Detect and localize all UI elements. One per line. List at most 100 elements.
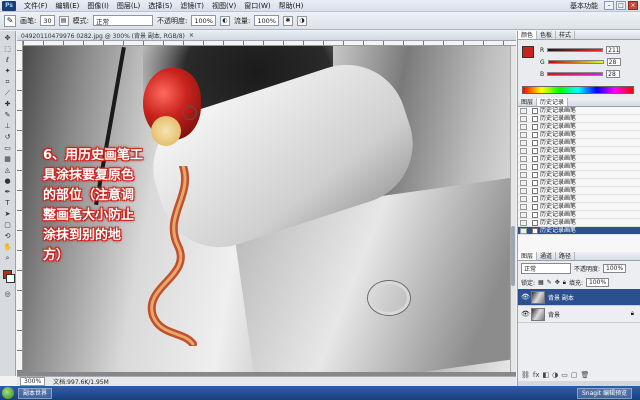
history-source-box[interactable] xyxy=(520,204,527,210)
history-item[interactable]: 历史记录画笔 xyxy=(518,139,640,147)
background-color-swatch[interactable] xyxy=(6,274,15,283)
history-item[interactable]: 历史记录画笔 xyxy=(518,211,640,219)
red-slider[interactable] xyxy=(547,48,604,52)
lock-all-icon[interactable]: 🔒︎ xyxy=(563,279,566,287)
history-item[interactable]: 历史记录画笔 xyxy=(518,219,640,227)
close-icon[interactable]: × xyxy=(628,1,638,10)
history-item[interactable]: 历史记录画笔 xyxy=(518,187,640,195)
mode-select[interactable]: 正常 xyxy=(93,15,153,26)
brush-size-picker[interactable]: 30 xyxy=(40,15,55,26)
visibility-eye-icon[interactable]: 👁︎ xyxy=(521,310,530,318)
layer-mask-icon[interactable]: ◧ xyxy=(543,371,550,379)
history-source-box[interactable] xyxy=(520,228,527,234)
tab-channels[interactable]: 通道 xyxy=(537,252,557,260)
history-source-box[interactable] xyxy=(520,212,527,218)
menu-layer[interactable]: 图层(L) xyxy=(113,1,144,11)
tab-color[interactable]: 颜色 xyxy=(518,31,538,39)
blue-value[interactable]: 28 xyxy=(606,70,621,78)
crop-tool-icon[interactable]: ⌗ xyxy=(2,77,14,87)
history-item[interactable]: 历史记录画笔 xyxy=(518,115,640,123)
history-item[interactable]: 历史记录画笔 xyxy=(518,179,640,187)
zoom-level[interactable]: 300% xyxy=(20,377,46,386)
hand-tool-icon[interactable]: ✋ xyxy=(2,242,14,252)
lasso-tool-icon[interactable]: ℓ xyxy=(2,55,14,65)
history-item-current[interactable]: 历史记录画笔 xyxy=(518,227,640,235)
history-item[interactable]: 历史记录画笔 xyxy=(518,195,640,203)
workspace-switcher[interactable]: 基本功能 xyxy=(570,1,598,11)
history-source-box[interactable] xyxy=(520,180,527,186)
tab-history[interactable]: 历史记录 xyxy=(537,98,569,106)
eyedropper-tool-icon[interactable]: ⟋ xyxy=(2,88,14,98)
green-value[interactable]: 28 xyxy=(606,58,621,66)
path-select-tool-icon[interactable]: ➤ xyxy=(2,209,14,219)
start-button-icon[interactable] xyxy=(2,387,14,399)
history-source-box[interactable] xyxy=(520,148,527,154)
menu-file[interactable]: 文件(F) xyxy=(20,1,52,11)
blend-mode-select[interactable]: 正常 xyxy=(521,263,571,274)
history-source-box[interactable] xyxy=(520,188,527,194)
taskbar-item-0[interactable]: 副本世界 xyxy=(18,387,53,399)
document-size-info[interactable]: 文档:997.6K/1.95M xyxy=(53,377,109,386)
history-source-box[interactable] xyxy=(520,132,527,138)
history-brush-icon[interactable]: ↺ xyxy=(2,132,14,142)
vertical-scrollbar[interactable] xyxy=(510,46,516,372)
history-item[interactable]: 历史记录画笔 xyxy=(518,107,640,115)
document-tab[interactable]: 04920110479976 0282.jpg @ 300% (背景 副本, R… xyxy=(17,31,516,41)
history-source-box[interactable] xyxy=(520,172,527,178)
layer-opacity-input[interactable]: 100% xyxy=(603,264,627,273)
history-item[interactable]: 历史记录画笔 xyxy=(518,131,640,139)
layer-row-background[interactable]: 👁︎ 背景 🔒︎ xyxy=(518,306,640,323)
3d-rotate-tool-icon[interactable]: ⟲ xyxy=(2,231,14,241)
pressure-size-icon[interactable]: ◑ xyxy=(296,15,307,26)
adjustment-layer-icon[interactable]: ◑ xyxy=(552,371,558,379)
tab-layers[interactable]: 图层 xyxy=(518,252,538,260)
history-item[interactable]: 历史记录画笔 xyxy=(518,163,640,171)
layer-row-background-copy[interactable]: 👁︎ 背景 副本 xyxy=(518,289,640,306)
tab-styles[interactable]: 样式 xyxy=(556,31,576,39)
quick-mask-icon[interactable]: ◎ xyxy=(2,289,14,299)
layer-style-icon[interactable]: fx xyxy=(533,371,540,379)
taskbar-item-1[interactable]: Snagit 编辑预览 xyxy=(576,387,632,399)
menu-view[interactable]: 视图(V) xyxy=(208,1,240,11)
zoom-tool-icon[interactable]: ⌕ xyxy=(2,253,14,263)
history-source-box[interactable] xyxy=(520,164,527,170)
lock-position-icon[interactable]: ✥ xyxy=(555,279,560,286)
move-tool-icon[interactable]: ✥ xyxy=(2,33,14,43)
lock-pixels-icon[interactable]: ✎ xyxy=(547,279,552,286)
eraser-tool-icon[interactable]: ▭ xyxy=(2,143,14,153)
pressure-opacity-icon[interactable]: ◐ xyxy=(219,15,230,26)
history-source-box[interactable] xyxy=(520,196,527,202)
history-source-box[interactable] xyxy=(520,156,527,162)
menu-image[interactable]: 图像(I) xyxy=(83,1,113,11)
history-item[interactable]: 历史记录画笔 xyxy=(518,147,640,155)
brush-panel-icon[interactable]: ▤ xyxy=(58,15,69,26)
new-group-icon[interactable]: ▭ xyxy=(561,371,568,379)
dodge-tool-icon[interactable]: ● xyxy=(2,176,14,186)
link-layers-icon[interactable]: ⛓ xyxy=(521,371,530,379)
history-brush-tool-icon[interactable]: ✎ xyxy=(4,14,16,27)
maximize-icon[interactable]: □ xyxy=(616,1,626,10)
color-spectrum-bar[interactable] xyxy=(522,86,634,94)
menu-edit[interactable]: 编辑(E) xyxy=(52,1,84,11)
shape-tool-icon[interactable]: ▢ xyxy=(2,220,14,230)
green-slider[interactable] xyxy=(547,60,604,64)
new-layer-icon[interactable]: ▢ xyxy=(571,371,578,379)
tab-paths[interactable]: 路径 xyxy=(556,252,576,260)
flow-input[interactable]: 100% xyxy=(254,15,279,26)
menu-window[interactable]: 窗口(W) xyxy=(240,1,274,11)
menu-filter[interactable]: 滤镜(T) xyxy=(176,1,208,11)
image-canvas[interactable]: 6、用历史画笔工 具涂抹要复原色 的部位（注意调 整画笔大小防止 涂抹到别的地 … xyxy=(23,46,516,372)
pen-tool-icon[interactable]: ✒ xyxy=(2,187,14,197)
type-tool-icon[interactable]: T xyxy=(2,198,14,208)
magic-wand-tool-icon[interactable]: ✦ xyxy=(2,66,14,76)
history-source-box[interactable] xyxy=(520,124,527,130)
blur-tool-icon[interactable]: ◬ xyxy=(2,165,14,175)
brush-tool-icon[interactable]: ✎ xyxy=(2,110,14,120)
minimize-icon[interactable]: – xyxy=(604,1,614,10)
history-source-box[interactable] xyxy=(520,220,527,226)
lock-transparency-icon[interactable]: ▦ xyxy=(538,279,544,286)
delete-layer-icon[interactable]: 🗑︎ xyxy=(580,371,589,379)
menu-help[interactable]: 帮助(H) xyxy=(275,1,308,11)
history-item[interactable]: 历史记录画笔 xyxy=(518,123,640,131)
visibility-eye-icon[interactable]: 👁︎ xyxy=(521,293,530,301)
